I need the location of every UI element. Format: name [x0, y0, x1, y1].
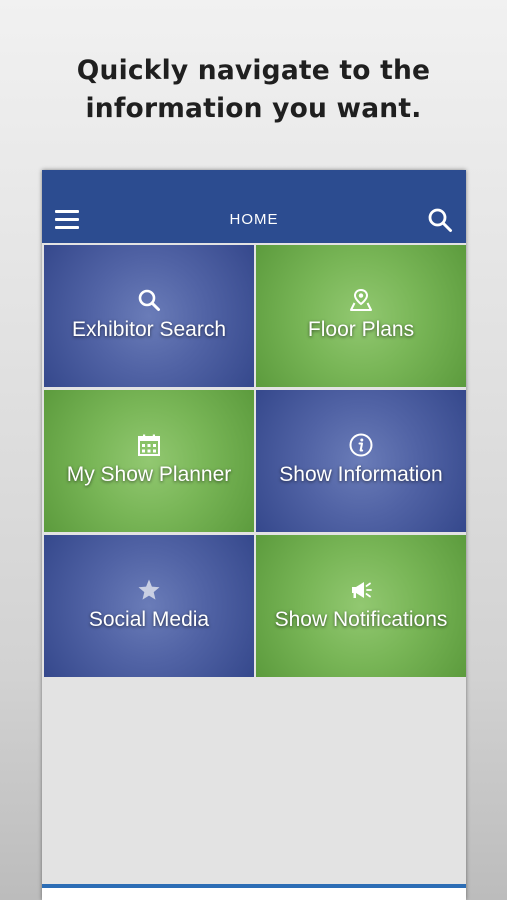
- tile-label: Floor Plans: [307, 318, 415, 341]
- tile-social-media[interactable]: Social Media: [44, 535, 254, 677]
- tile-label: Show Notifications: [274, 608, 448, 631]
- tile-label: Social Media: [88, 608, 210, 631]
- star-icon: [137, 578, 161, 602]
- phone-screen: HOME Exhibitor Search Floor Plans My Sho…: [42, 170, 466, 900]
- tile-my-show-planner[interactable]: My Show Planner: [44, 390, 254, 532]
- search-icon: [137, 288, 161, 312]
- tile-label: Exhibitor Search: [71, 318, 227, 341]
- tile-floor-plans[interactable]: Floor Plans: [256, 245, 466, 387]
- tile-label: Show Information: [279, 463, 443, 486]
- promo-headline-line-1: Quickly navigate to the: [76, 55, 431, 86]
- tile-label: My Show Planner: [66, 463, 232, 486]
- info-icon: [349, 433, 373, 457]
- tile-exhibitor-search[interactable]: Exhibitor Search: [44, 245, 254, 387]
- promo-headline: Quickly navigate to the information you …: [0, 52, 507, 128]
- map-pin-icon: [349, 288, 373, 312]
- promo-headline-line-2: information you want.: [85, 93, 422, 124]
- bottom-bar: [42, 888, 466, 900]
- calendar-icon: [137, 433, 161, 457]
- page-title: HOME: [229, 211, 279, 228]
- tile-show-notifications[interactable]: Show Notifications: [256, 535, 466, 677]
- megaphone-icon: [349, 578, 373, 602]
- app-header: HOME: [42, 170, 466, 243]
- tile-show-information[interactable]: Show Information: [256, 390, 466, 532]
- search-icon[interactable]: [427, 207, 453, 233]
